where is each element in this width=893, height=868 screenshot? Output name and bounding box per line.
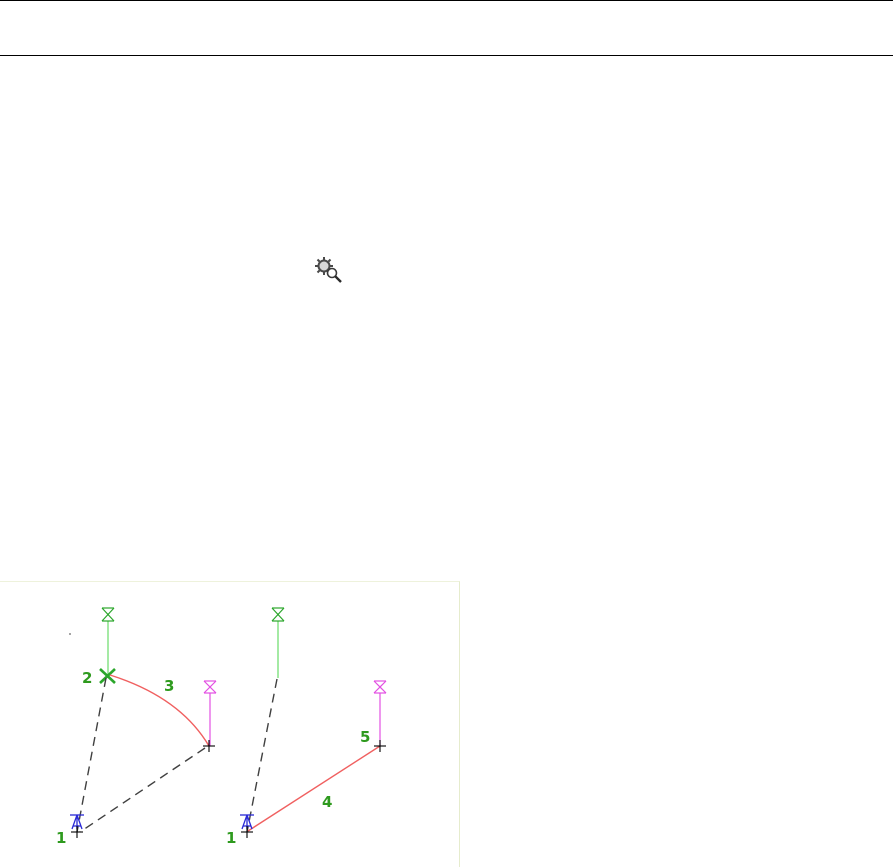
right-magenta-hourglass-icon: [373, 680, 387, 694]
left-dashed-line-b: [79, 747, 206, 833]
divider-rule: [0, 55, 893, 56]
right-label-start: 1: [226, 829, 236, 847]
left-dashed-line-a: [76, 677, 107, 833]
right-label-end: 5: [360, 728, 370, 746]
drawing-canvas: 2 3 1 5 4 1: [56, 607, 387, 847]
stray-dot: [69, 633, 71, 635]
right-label-segment: 4: [322, 793, 332, 811]
top-rule: [0, 0, 893, 1]
right-green-hourglass-icon: [271, 607, 285, 622]
left-magenta-hourglass-icon: [203, 680, 217, 694]
left-far-cross-icon: [203, 740, 215, 752]
drawing-panel: 2 3 1 5 4 1: [0, 581, 460, 867]
left-red-arc: [109, 674, 210, 747]
zoom-object-icon[interactable]: [311, 255, 345, 285]
right-red-line: [247, 745, 381, 832]
right-end-cross-icon: [374, 740, 386, 752]
right-dashed-line: [246, 678, 278, 833]
left-label-start: 1: [56, 829, 66, 847]
left-green-hourglass-icon: [101, 607, 115, 622]
zoom-object-icon-glyph: [315, 257, 342, 283]
left-label-arc: 3: [164, 677, 174, 695]
left-label-corner: 2: [82, 669, 92, 687]
